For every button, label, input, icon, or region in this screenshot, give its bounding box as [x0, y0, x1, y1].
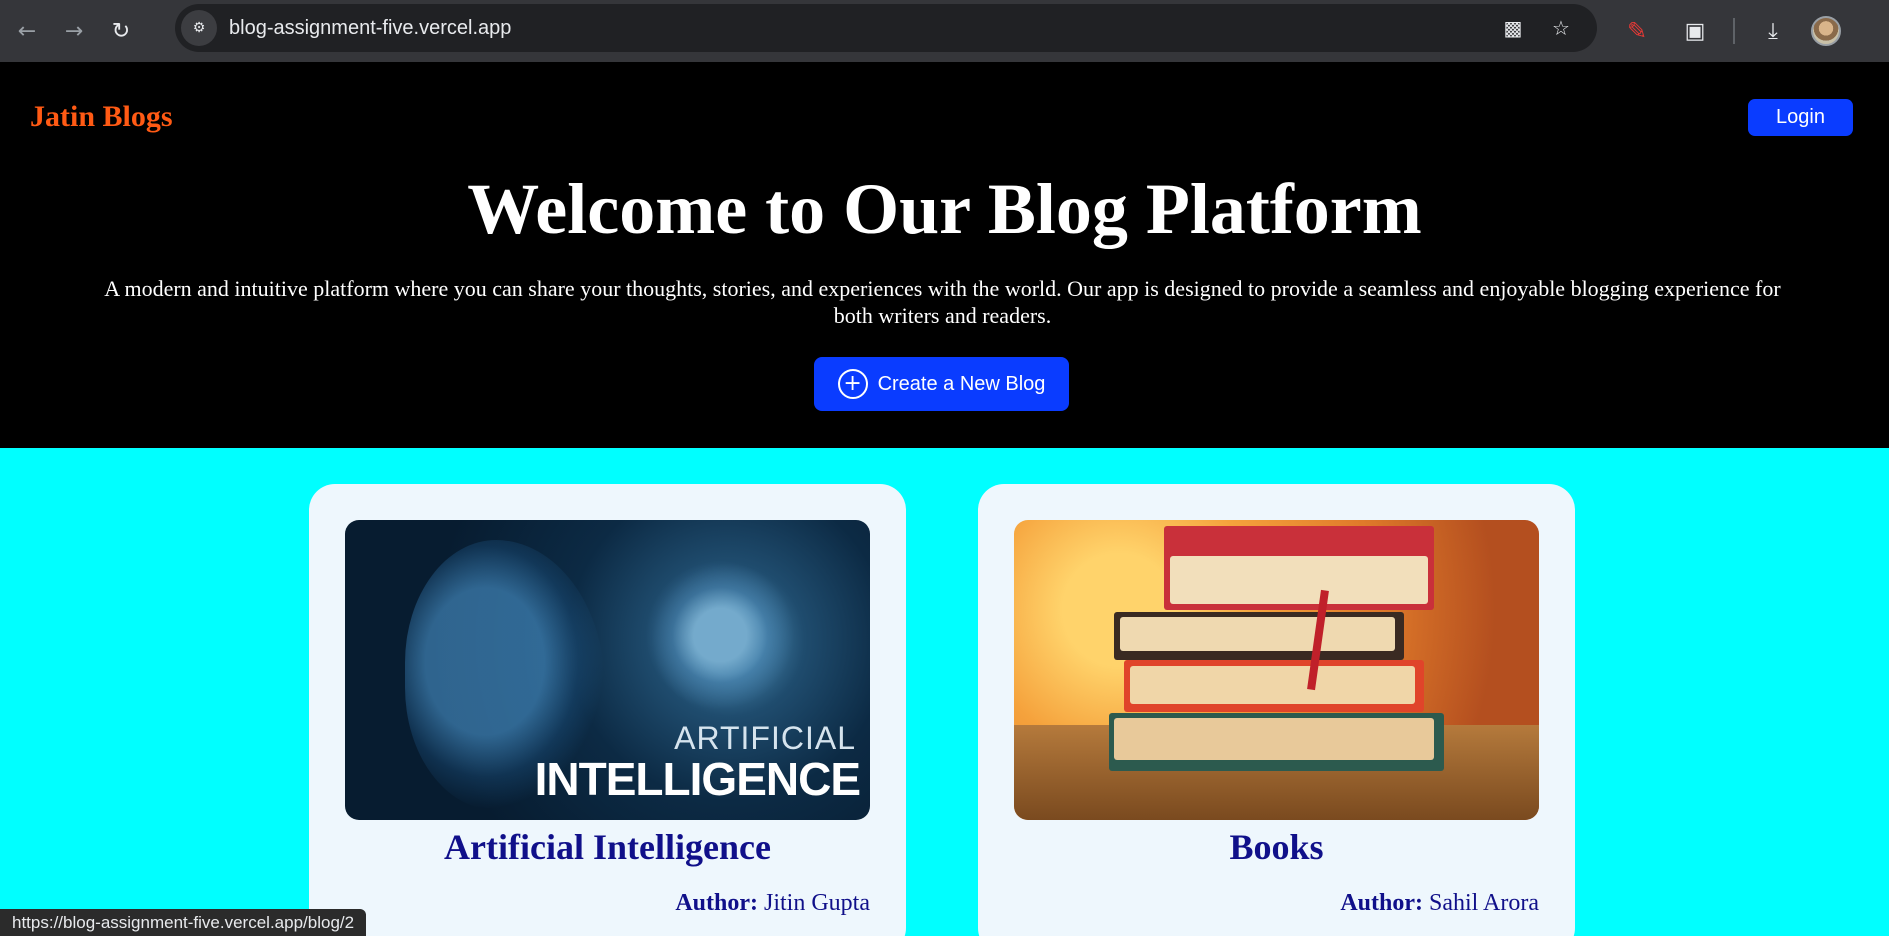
- author-label: Author:: [675, 890, 758, 916]
- address-bar[interactable]: ⚙ blog-assignment-five.vercel.app ▩ ☆: [175, 4, 1597, 52]
- reload-icon[interactable]: ↻: [101, 11, 141, 51]
- author-label: Author:: [1340, 890, 1424, 916]
- plus-circle-icon: +: [837, 369, 868, 399]
- ai-orb-graphic: [645, 560, 795, 710]
- download-icon[interactable]: ⤓: [1753, 11, 1793, 51]
- book-pages-graphic: [1114, 718, 1434, 760]
- link-status-bar: https://blog-assignment-five.vercel.app/…: [0, 909, 367, 936]
- install-app-icon[interactable]: ▩: [1497, 12, 1529, 44]
- hero-section: Jatin Blogs Login Welcome to Our Blog Pl…: [0, 62, 1889, 448]
- page-title: Welcome to Our Blog Platform: [467, 169, 1422, 249]
- author-name: Sahil Arora: [1429, 890, 1539, 916]
- blog-card[interactable]: Books Author: Sahil Arora: [978, 484, 1575, 936]
- blog-card-image[interactable]: ARTIFICIAL INTELLIGENCE: [345, 520, 870, 820]
- author-name: Jitin Gupta: [764, 890, 870, 916]
- toolbar-divider: [1733, 18, 1735, 44]
- create-blog-label: Create a New Blog: [877, 372, 1046, 395]
- book-pages-graphic: [1170, 556, 1428, 604]
- pen-extension-icon[interactable]: ✎: [1617, 11, 1657, 51]
- blog-card-title[interactable]: Books: [978, 826, 1575, 868]
- book-pages-graphic: [1130, 666, 1415, 704]
- book-pages-graphic: [1120, 617, 1395, 651]
- login-button[interactable]: Login: [1748, 99, 1853, 136]
- blog-card-title[interactable]: Artificial Intelligence: [309, 826, 906, 868]
- books-image: [1014, 520, 1539, 820]
- forward-icon[interactable]: →: [54, 11, 94, 51]
- profile-avatar[interactable]: [1811, 16, 1841, 46]
- back-icon[interactable]: ←: [7, 11, 47, 51]
- bookmark-star-icon[interactable]: ☆: [1545, 12, 1577, 44]
- site-info-icon[interactable]: ⚙: [181, 10, 217, 46]
- brand-logo[interactable]: Jatin Blogs: [30, 100, 173, 134]
- blog-card[interactable]: ARTIFICIAL INTELLIGENCE Artificial Intel…: [309, 484, 906, 936]
- browser-toolbar: ← → ↻ ⚙ blog-assignment-five.vercel.app …: [0, 0, 1889, 62]
- ai-image: ARTIFICIAL INTELLIGENCE: [345, 520, 870, 820]
- blog-card-author: Author: Jitin Gupta: [675, 890, 870, 917]
- hero-description: A modern and intuitive platform where yo…: [104, 276, 1781, 328]
- extensions-puzzle-icon[interactable]: ▣: [1675, 11, 1715, 51]
- blog-card-author: Author: Sahil Arora: [1340, 890, 1539, 917]
- image-caption-line2: INTELLIGENCE: [534, 753, 861, 805]
- blog-card-image[interactable]: [1014, 520, 1539, 820]
- create-blog-button[interactable]: + Create a New Blog: [814, 357, 1069, 411]
- url-text[interactable]: blog-assignment-five.vercel.app: [229, 17, 511, 40]
